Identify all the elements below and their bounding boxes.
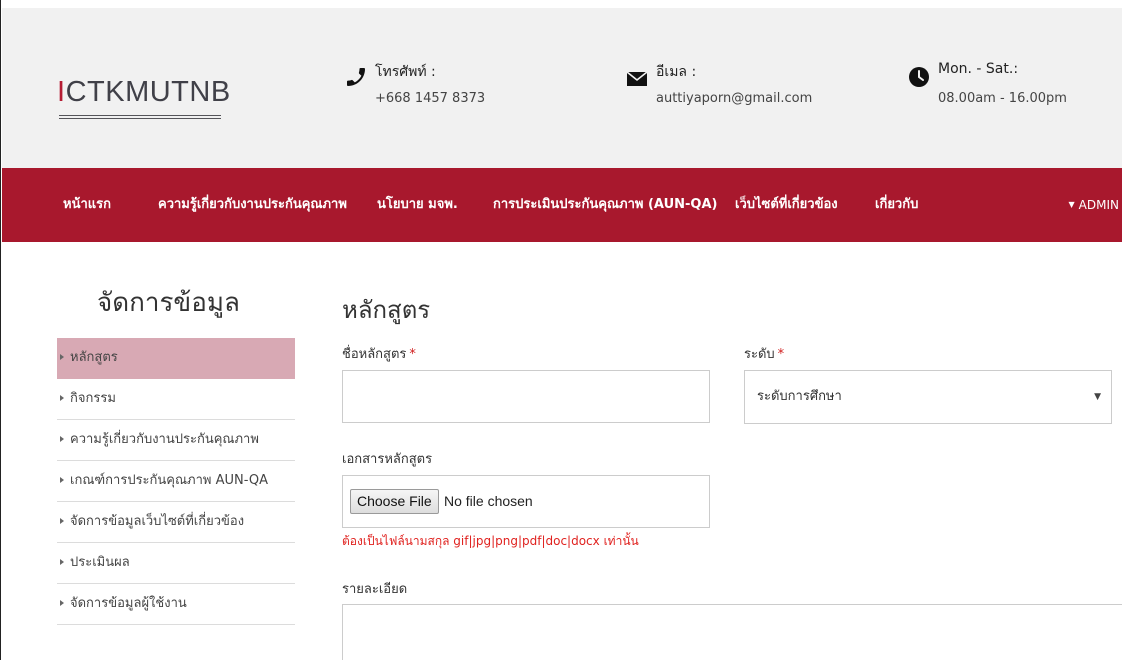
nav-item-policy[interactable]: นโยบาย มจพ. — [377, 168, 458, 242]
sidebar-title: จัดการข้อมูล — [97, 288, 240, 318]
hours-value: 08.00am - 16.00pm — [938, 91, 1067, 106]
logo-text: CTKMUTNB — [65, 76, 231, 108]
details-label: รายละเอียด — [342, 582, 408, 597]
sidebar-item-label: จัดการข้อมูลเว็บไซต์ที่เกี่ยวข้อง — [70, 514, 245, 529]
site-logo[interactable]: ICTKMUTNB — [57, 78, 231, 107]
select-caret-icon: ▼ — [1094, 392, 1101, 402]
sidebar-item-evaluation[interactable]: ประเมินผล — [57, 543, 295, 584]
caret-right-icon — [60, 600, 64, 606]
document-label: เอกสารหลักสูตร — [342, 452, 433, 467]
nav-item-aun-qa[interactable]: การประเมินประกันคุณภาพ (AUN-QA) — [493, 168, 717, 242]
email-label: อีเมล : — [656, 64, 697, 80]
curriculum-name-label-text: ชื่อหลักสูตร — [342, 347, 407, 362]
sidebar-item-qa-knowledge[interactable]: ความรู้เกี่ยวกับงานประกันคุณภาพ — [57, 420, 295, 461]
caret-right-icon — [60, 354, 64, 360]
sidebar-menu: หลักสูตร กิจกรรม ความรู้เกี่ยวกับงานประก… — [57, 338, 295, 625]
logo-accent-letter: I — [57, 76, 66, 108]
document-file-field: Choose File No file chosen — [342, 475, 710, 528]
sidebar-item-activities[interactable]: กิจกรรม — [57, 379, 295, 420]
caret-right-icon — [60, 436, 64, 442]
required-mark: * — [777, 347, 785, 362]
level-select[interactable]: ระดับการศึกษา ▼ — [744, 370, 1112, 424]
details-textarea[interactable] — [342, 604, 1122, 660]
sidebar-item-aun-qa-criteria[interactable]: เกณฑ์การประกันคุณภาพ AUN-QA — [57, 461, 295, 502]
caret-right-icon — [60, 518, 64, 524]
level-select-value: ระดับการศึกษา — [757, 389, 842, 404]
admin-label: ADMIN — [1078, 198, 1119, 212]
clock-icon — [909, 67, 929, 87]
email-value[interactable]: auttiyaporn@gmail.com — [656, 91, 812, 106]
page: ICTKMUTNB โทรศัพท์ : +668 1457 8373 อีเม… — [0, 0, 1122, 660]
site-header: ICTKMUTNB โทรศัพท์ : +668 1457 8373 อีเม… — [2, 8, 1122, 168]
sidebar-item-label: หลักสูตร — [70, 350, 118, 365]
nav-item-qa-knowledge[interactable]: ความรู้เกี่ยวกับงานประกันคุณภาพ — [158, 168, 347, 242]
choose-file-button[interactable]: Choose File — [350, 489, 439, 514]
phone-value: +668 1457 8373 — [375, 91, 486, 106]
file-status-text: No file chosen — [444, 493, 533, 509]
curriculum-name-label: ชื่อหลักสูตร * — [342, 343, 416, 364]
caret-right-icon — [60, 559, 64, 565]
envelope-icon — [626, 71, 648, 86]
main-nav: หน้าแรก ความรู้เกี่ยวกับงานประกันคุณภาพ … — [2, 168, 1122, 242]
page-title: หลักสูตร — [342, 296, 431, 324]
curriculum-name-input[interactable] — [342, 370, 710, 423]
sidebar-item-label: กิจกรรม — [70, 391, 116, 406]
caret-down-icon: ▼ — [1068, 200, 1075, 209]
phone-icon — [347, 68, 365, 86]
required-mark: * — [409, 347, 416, 362]
nav-admin-menu[interactable]: ▼ ADMIN — [1069, 168, 1119, 242]
sidebar-item-label: ประเมินผล — [70, 555, 130, 570]
file-type-hint: ต้องเป็นไฟล์นามสกุล gif|jpg|png|pdf|doc|… — [342, 534, 639, 548]
level-label-text: ระดับ — [744, 347, 775, 362]
nav-item-related-sites[interactable]: เว็บไซต์ที่เกี่ยวข้อง — [735, 168, 838, 242]
phone-label: โทรศัพท์ : — [375, 64, 436, 80]
sidebar-item-related-sites[interactable]: จัดการข้อมูลเว็บไซต์ที่เกี่ยวข้อง — [57, 502, 295, 543]
hours-label: Mon. - Sat.: — [938, 61, 1019, 77]
logo-underline — [59, 115, 221, 116]
sidebar-item-label: เกณฑ์การประกันคุณภาพ AUN-QA — [70, 473, 269, 488]
caret-right-icon — [60, 477, 64, 483]
sidebar-item-curriculum[interactable]: หลักสูตร — [57, 338, 295, 379]
sidebar-item-users[interactable]: จัดการข้อมูลผู้ใช้งาน — [57, 584, 295, 625]
sidebar-item-label: ความรู้เกี่ยวกับงานประกันคุณภาพ — [70, 432, 259, 447]
level-label: ระดับ * — [744, 343, 784, 364]
caret-right-icon — [60, 395, 64, 401]
nav-item-about[interactable]: เกี่ยวกับ — [875, 168, 918, 242]
logo-underline — [59, 118, 221, 119]
nav-item-home[interactable]: หน้าแรก — [63, 168, 111, 242]
sidebar-item-label: จัดการข้อมูลผู้ใช้งาน — [70, 596, 187, 611]
